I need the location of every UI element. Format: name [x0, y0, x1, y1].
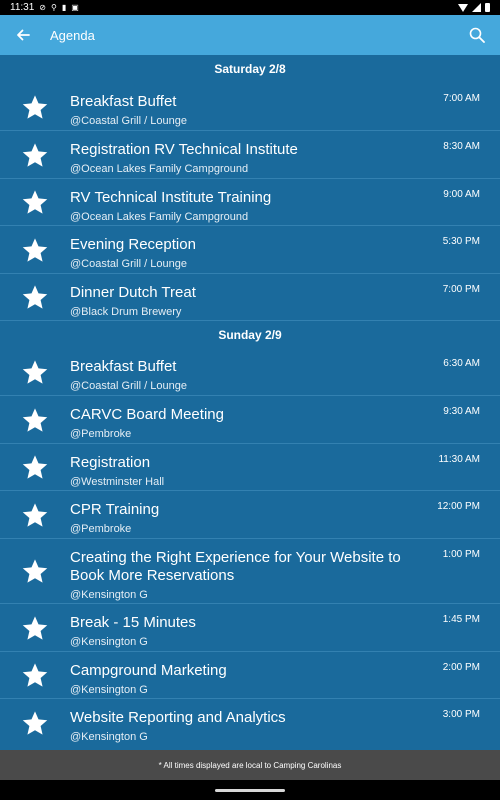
session-title: Registration RV Technical Institute — [70, 141, 298, 158]
session-title: Creating the Right Experience for Your W… — [70, 549, 401, 584]
wifi-icon — [458, 3, 468, 12]
signal-icon — [472, 3, 481, 12]
favorite-button[interactable] — [0, 83, 70, 130]
session-time: 2:00 PM — [442, 662, 480, 673]
favorite-button[interactable] — [0, 652, 70, 698]
session-row[interactable]: Campground Marketing @Kensington G 2:00 … — [0, 651, 500, 698]
favorite-button[interactable] — [0, 491, 70, 538]
favorite-button[interactable] — [0, 226, 70, 273]
arrow-left-icon — [17, 29, 30, 41]
session-row[interactable]: Dinner Dutch Treat @Black Drum Brewery 7… — [0, 273, 500, 320]
session-location: @Westminster Hall — [70, 476, 165, 488]
session-title: Dinner Dutch Treat — [70, 284, 196, 301]
session-location: @Ocean Lakes Family Campground — [70, 211, 249, 223]
session-time: 8:30 AM — [443, 141, 480, 152]
star-icon — [22, 285, 48, 309]
session-title: RV Technical Institute Training — [70, 189, 272, 206]
session-title: Breakfast Buffet — [70, 358, 177, 375]
status-time: 11:31 — [10, 2, 35, 13]
app-bar: Agenda — [0, 15, 500, 55]
star-icon — [22, 94, 48, 119]
star-icon — [22, 710, 48, 735]
session-title: Break - 15 Minutes — [70, 614, 196, 631]
home-gesture-handle[interactable] — [215, 788, 285, 792]
session-location: @Kensington G — [70, 731, 148, 743]
session-row[interactable]: Website Reporting and Analytics @Kensing… — [0, 698, 500, 746]
star-icon — [22, 190, 48, 214]
session-title: CPR Training — [70, 501, 160, 518]
session-time: 11:30 AM — [438, 454, 480, 465]
session-location: @Ocean Lakes Family Campground — [70, 163, 249, 175]
session-row[interactable]: Break - 15 Minutes @Kensington G 1:45 PM — [0, 603, 500, 651]
session-title: Campground Marketing — [70, 662, 227, 679]
battery-icon — [485, 3, 490, 12]
day-header: Saturday 2/8 — [214, 62, 286, 76]
session-row[interactable]: Breakfast Buffet @Coastal Grill / Lounge… — [0, 83, 500, 130]
timezone-footer: * All times displayed are local to Campi… — [0, 750, 500, 780]
dnd-icon: ⊘ — [39, 2, 46, 12]
session-row[interactable]: CARVC Board Meeting @Pembroke 9:30 AM — [0, 395, 500, 443]
star-icon — [22, 359, 48, 384]
session-title: Registration — [70, 454, 151, 471]
session-row[interactable]: Evening Reception @Coastal Grill / Loung… — [0, 225, 500, 273]
location-icon: ⚲ — [51, 2, 57, 12]
session-location: @Black Drum Brewery — [70, 306, 182, 318]
session-time: 1:45 PM — [442, 614, 480, 625]
storage-icon: ▮ — [61, 2, 67, 12]
session-title: Breakfast Buffet — [70, 93, 177, 110]
favorite-button[interactable] — [0, 699, 70, 746]
favorite-button[interactable] — [0, 179, 70, 225]
session-location: @Coastal Grill / Lounge — [70, 258, 187, 270]
page-title: Agenda — [50, 27, 95, 43]
session-location: @Coastal Grill / Lounge — [70, 380, 187, 392]
favorite-button[interactable] — [0, 604, 70, 651]
session-time: 3:00 PM — [442, 709, 480, 720]
star-icon — [22, 559, 48, 583]
system-nav-bar — [0, 780, 500, 800]
session-title: Evening Reception — [70, 236, 196, 253]
agenda-list[interactable]: Saturday 2/8 Breakfast Buffet @Coastal G… — [0, 55, 500, 750]
session-time: 9:30 AM — [443, 406, 480, 417]
session-time: 5:30 PM — [442, 236, 480, 247]
session-row[interactable]: RV Technical Institute Training @Ocean L… — [0, 178, 500, 225]
star-icon — [22, 615, 48, 640]
session-location: @Coastal Grill / Lounge — [70, 115, 187, 127]
star-icon — [22, 502, 48, 527]
session-time: 6:30 AM — [443, 358, 480, 369]
search-button[interactable] — [454, 15, 500, 55]
status-bar: 11:31 ⊘ ⚲ ▮ ▣ — [0, 0, 500, 15]
session-location: @Kensington G — [70, 589, 148, 601]
session-location: @Kensington G — [70, 636, 148, 648]
session-title: CARVC Board Meeting — [70, 406, 224, 423]
session-row[interactable]: Creating the Right Experience for Your W… — [0, 538, 500, 603]
favorite-button[interactable] — [0, 396, 70, 443]
notification-icon: ▣ — [71, 2, 79, 12]
favorite-button[interactable] — [0, 274, 70, 320]
star-icon — [22, 455, 48, 479]
session-title: Website Reporting and Analytics — [70, 709, 286, 726]
favorite-button[interactable] — [0, 539, 70, 603]
back-button[interactable] — [0, 15, 46, 55]
star-icon — [22, 237, 48, 262]
favorite-button[interactable] — [0, 131, 70, 178]
session-time: 7:00 AM — [443, 93, 480, 104]
favorite-button[interactable] — [0, 444, 70, 490]
session-time: 9:00 AM — [443, 189, 480, 200]
star-icon — [22, 142, 48, 167]
session-location: @Kensington G — [70, 684, 148, 696]
timezone-note: * All times displayed are local to Campi… — [158, 760, 342, 770]
search-icon — [469, 27, 485, 43]
session-location: @Pembroke — [70, 523, 132, 535]
session-time: 7:00 PM — [442, 284, 480, 295]
session-row[interactable]: Registration RV Technical Institute @Oce… — [0, 130, 500, 178]
session-time: 1:00 PM — [442, 549, 480, 560]
star-icon — [22, 407, 48, 432]
session-time: 12:00 PM — [437, 501, 480, 512]
session-location: @Pembroke — [70, 428, 132, 440]
star-icon — [22, 663, 48, 687]
session-row[interactable]: CPR Training @Pembroke 12:00 PM — [0, 490, 500, 538]
favorite-button[interactable] — [0, 348, 70, 395]
session-row[interactable]: Registration @Westminster Hall 11:30 AM — [0, 443, 500, 490]
session-row[interactable]: Breakfast Buffet @Coastal Grill / Lounge… — [0, 348, 500, 395]
